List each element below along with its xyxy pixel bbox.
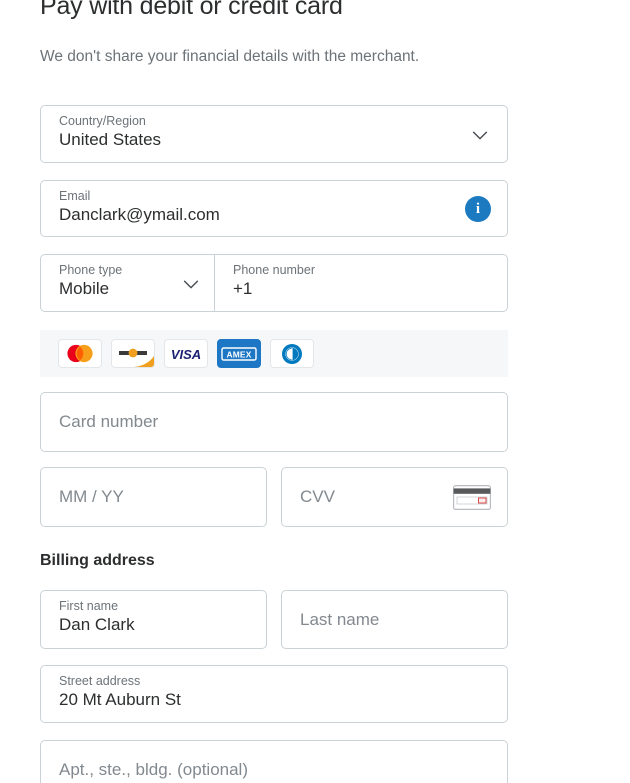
phone-type-label: Phone type: [59, 263, 123, 277]
expiry-input[interactable]: MM / YY: [40, 467, 267, 527]
apt-suite-placeholder: Apt., ste., bldg. (optional): [59, 760, 248, 779]
phone-number-value: +1: [233, 279, 253, 298]
phone-type-value: Mobile: [59, 279, 110, 298]
phone-number-input[interactable]: Phone number +1: [215, 255, 507, 311]
cvv-placeholder: CVV: [300, 487, 335, 506]
payment-form-page: Pay with debit or credit card We don't s…: [0, 0, 630, 783]
accepted-cards-strip: VISA AMEX: [40, 330, 508, 377]
chevron-down-icon[interactable]: [180, 273, 202, 295]
phone-type-select[interactable]: Phone type Mobile: [41, 255, 214, 311]
apt-suite-input[interactable]: Apt., ste., bldg. (optional): [40, 740, 508, 783]
info-icon[interactable]: i: [465, 196, 491, 222]
visa-icon: VISA: [164, 339, 208, 368]
country-region-select[interactable]: Country/Region United States: [40, 105, 508, 163]
chevron-down-icon[interactable]: [469, 124, 491, 146]
amex-icon: AMEX: [217, 339, 261, 368]
street-address-label: Street address: [59, 674, 141, 688]
phone-row: Phone type Mobile Phone number +1: [40, 254, 508, 312]
email-label: Email: [59, 189, 91, 203]
page-title: Pay with debit or credit card: [40, 0, 343, 20]
email-field[interactable]: Email Danclark@ymail.com i: [40, 180, 508, 237]
discover-icon: [111, 339, 155, 368]
cvv-input[interactable]: CVV: [281, 467, 508, 527]
mastercard-icon: [58, 339, 102, 368]
card-back-icon: [453, 485, 491, 510]
diners-club-icon: [270, 339, 314, 368]
street-address-value: 20 Mt Auburn St: [59, 690, 181, 709]
svg-text:AMEX: AMEX: [227, 349, 252, 359]
email-value: Danclark@ymail.com: [59, 205, 220, 224]
card-number-placeholder: Card number: [59, 412, 159, 431]
phone-number-label: Phone number: [233, 263, 316, 277]
last-name-placeholder: Last name: [300, 609, 380, 629]
first-name-value: Dan Clark: [59, 615, 135, 634]
info-icon-glyph: i: [475, 200, 481, 217]
billing-address-heading: Billing address: [40, 552, 155, 569]
country-region-value: United States: [59, 130, 162, 149]
country-region-label: Country/Region: [59, 114, 146, 128]
svg-text:VISA: VISA: [171, 347, 201, 361]
last-name-input[interactable]: Last name: [281, 590, 508, 649]
first-name-input[interactable]: First name Dan Clark: [40, 590, 267, 649]
expiry-placeholder: MM / YY: [59, 487, 124, 506]
street-address-input[interactable]: Street address 20 Mt Auburn St: [40, 665, 508, 723]
card-number-input[interactable]: Card number: [40, 392, 508, 452]
page-subtitle: We don't share your financial details wi…: [40, 48, 420, 65]
first-name-label: First name: [59, 599, 119, 613]
